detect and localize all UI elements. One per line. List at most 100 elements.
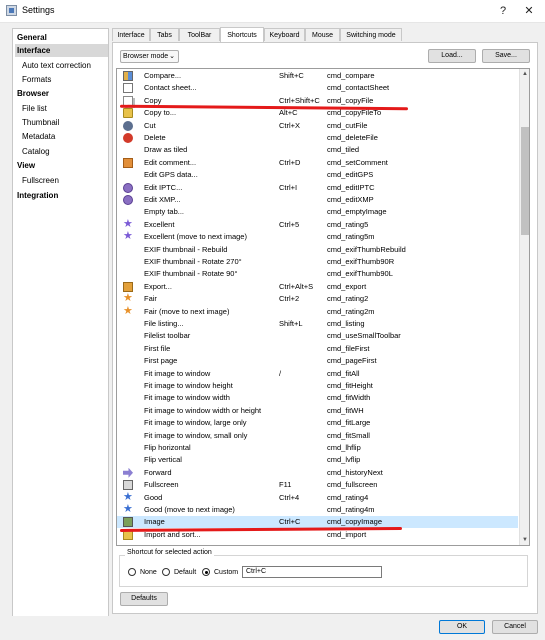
radio-none[interactable] [128,568,136,576]
save-button[interactable]: Save... [482,49,530,63]
shortcut-key: Shift+C [279,71,304,80]
shortcut-row[interactable]: Export... Ctrl+Alt+S cmd_export [117,281,518,293]
settings-category-tree[interactable]: General Interface Auto text correction F… [12,28,109,620]
tab-switching-mode[interactable]: Switching mode [340,28,402,41]
shortcut-row[interactable]: Empty tab... cmd_emptyImage [117,206,518,218]
sidebar-item-file-list[interactable]: File list [13,102,47,115]
shortcut-row[interactable]: Fit image to window height cmd_fitHeight [117,380,518,392]
scroll-up-icon[interactable]: ▲ [520,69,529,79]
dialog-footer: OK Cancel [0,616,545,640]
tab-tabs[interactable]: Tabs [150,28,179,41]
cancel-button[interactable]: Cancel [492,620,538,634]
radio-default[interactable] [162,568,170,576]
sidebar-item-view[interactable]: View [13,159,35,172]
shortcut-command: cmd_tiled [327,145,360,155]
shortcut-row[interactable]: Fit image to window width cmd_fitWidth [117,392,518,404]
sidebar-item-formats[interactable]: Formats [13,73,51,86]
star-icon: ★ [123,503,133,515]
shortcut-list[interactable]: Compare... Shift+C cmd_compare Contact shee… [116,68,530,546]
shortcut-command: cmd_fitHeight [327,381,373,390]
tab-shortcuts[interactable]: Shortcuts [220,27,264,42]
shortcut-row[interactable]: Delete cmd_deleteFile [117,132,518,144]
shortcut-row[interactable]: EXIF thumbnail - Rotate 90° cmd_exifThumb… [117,268,518,280]
shortcut-action-name: Fit image to window width [144,393,230,403]
radio-custom-label[interactable]: Custom [214,568,238,577]
shortcut-row[interactable]: Edit GPS data... cmd_editGPS [117,169,518,181]
list-scrollbar[interactable]: ▲ ▼ [519,69,529,545]
shortcut-command: cmd_editXMP [327,195,374,204]
tab-interface[interactable]: Interface [112,28,150,41]
shortcut-row[interactable]: ★ Good Ctrl+4 cmd_rating4 [117,491,518,504]
shortcut-row[interactable]: Contact sheet... cmd_contactSheet [117,82,518,94]
shortcut-action-name: Cut [144,120,156,130]
shortcut-command: cmd_fitAll [327,368,360,378]
star-icon: ★ [123,230,133,243]
tab-toolbar[interactable]: ToolBar [179,28,220,41]
shortcut-row[interactable]: ★ Fair (move to next image) cmd_rating2m [117,305,518,318]
shortcut-command: cmd_rating4m [327,505,375,514]
sidebar-item-fullscreen[interactable]: Fullscreen [13,174,59,187]
tab-mouse[interactable]: Mouse [305,28,340,41]
sidebar-item-thumbnail[interactable]: Thumbnail [13,116,59,129]
shortcut-row[interactable]: File listing... Shift+L cmd_listing [117,318,518,330]
edit-icon [123,182,133,193]
delete-icon [123,133,133,143]
shortcut-row[interactable]: Flip vertical cmd_lvflip [117,454,518,466]
sidebar-item-general[interactable]: General [13,31,47,44]
sidebar-item-catalog[interactable]: Catalog [13,145,50,158]
tab-keyboard[interactable]: Keyboard [264,28,305,41]
shortcut-row[interactable]: EXIF thumbnail - Rebuild cmd_exifThumbReb… [117,244,518,256]
shortcut-row[interactable]: ★ Fair Ctrl+2 cmd_rating2 [117,292,518,305]
shortcut-row[interactable]: Fullscreen F11 cmd_fullscreen [117,479,518,491]
sidebar-item-integration[interactable]: Integration [13,189,58,202]
shortcut-key-field[interactable]: Ctrl+C [242,566,382,578]
shortcut-row[interactable]: EXIF thumbnail - Rotate 270° cmd_exifThum… [117,256,518,268]
shortcut-row[interactable]: Cut Ctrl+X cmd_cutFile [117,120,518,132]
shortcut-row[interactable]: Filelist toolbar cmd_useSmallToolbar [117,330,518,342]
shortcut-row[interactable]: Fit image to window width or height cmd_f… [117,405,518,417]
sidebar-item-interface[interactable]: Interface [15,44,108,57]
shortcut-key: / [279,368,282,378]
sidebar-item-auto-text-correction[interactable]: Auto text correction [13,59,91,72]
radio-custom[interactable] [202,568,210,576]
sidebar-item-browser[interactable]: Browser [13,87,49,100]
mode-select-value: Browser mode [123,53,169,60]
shortcut-row[interactable]: Flip horizontal cmd_lhflip [117,442,518,454]
shortcut-row[interactable]: Fit image to window, large only cmd_fitLa… [117,417,518,429]
shortcut-row[interactable]: First page cmd_pageFirst [117,355,518,367]
shortcut-action-name: First file [144,343,171,353]
shortcut-row[interactable]: Image Ctrl+C cmd_copyImage [117,516,518,529]
shortcut-key: Ctrl+Shift+C [279,95,320,105]
help-button[interactable]: ? [494,3,512,19]
shortcut-action-name: Delete [144,133,166,142]
scroll-down-icon[interactable]: ▼ [520,535,529,545]
shortcut-row[interactable]: Forward cmd_historyNext [117,467,518,479]
shortcut-row[interactable]: First file cmd_fileFirst [117,343,518,355]
shortcut-row[interactable]: Edit comment... Ctrl+D cmd_setComment [117,157,518,169]
sidebar-item-metadata[interactable]: Metadata [13,130,55,143]
shortcut-row[interactable]: Edit XMP... cmd_editXMP [117,194,518,206]
shortcut-row[interactable]: Fit image to window, small only cmd_fitSm… [117,430,518,442]
shortcut-command: cmd_rating2m [327,306,375,316]
shortcut-row[interactable]: Fit image to window / cmd_fitAll [117,368,518,380]
radio-none-label[interactable]: None [140,568,157,577]
shortcut-action-name: Filelist toolbar [144,331,191,341]
shortcut-row[interactable]: Draw as tiled cmd_tiled [117,144,518,156]
mode-select[interactable]: Browser mode ⌄ [120,50,179,63]
shortcut-row[interactable]: ★ Excellent Ctrl+5 cmd_rating5 [117,218,518,231]
shortcut-command: cmd_pageFirst [327,356,377,366]
close-window-button[interactable]: ✕ [520,3,538,19]
window-title: Settings [22,5,55,15]
load-button[interactable]: Load... [428,49,476,63]
radio-default-label[interactable]: Default [174,568,196,577]
defaults-button[interactable]: Defaults [120,592,168,606]
shortcut-row[interactable]: ★ Excellent (move to next image) cmd_ratin… [117,230,518,243]
scroll-thumb[interactable] [521,127,529,235]
shortcut-action-name: Fit image to window, small only [144,430,248,440]
shortcut-row[interactable]: Edit IPTC... Ctrl+I cmd_editIPTC [117,182,518,194]
shortcut-row[interactable]: ★ Good (move to next image) cmd_rating4m [117,503,518,516]
shortcut-command: cmd_emptyImage [327,207,387,217]
ok-button[interactable]: OK [439,620,485,634]
shortcut-row[interactable]: Compare... Shift+C cmd_compare [117,70,518,82]
shortcut-command: cmd_setComment [327,157,388,167]
